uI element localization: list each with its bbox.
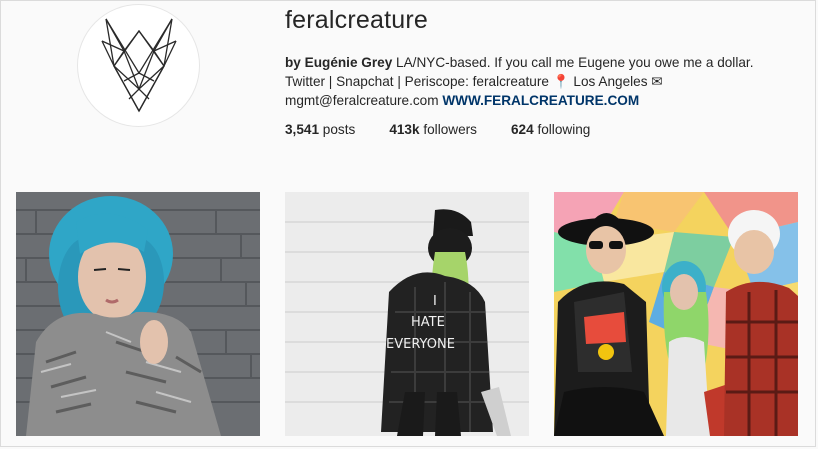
bio-line-1: by Eugénie Grey LA/NYC-based. If you cal… — [285, 53, 805, 72]
bio-line-2: Twitter | Snapchat | Periscope: feralcre… — [285, 74, 663, 89]
post-image-1 — [16, 192, 260, 436]
profile-username: feralcreature — [285, 6, 428, 34]
wolf-logo-icon — [100, 18, 177, 112]
post-thumbnail-2[interactable]: I HATE EVERYONE — [285, 192, 529, 436]
shirt-text-1: I — [433, 294, 437, 309]
posts-count: 3,541 — [285, 122, 320, 137]
profile-avatar[interactable] — [77, 4, 200, 127]
followers-label: followers — [419, 122, 477, 137]
post-thumbnail-1[interactable] — [16, 192, 260, 436]
post-image-2: I HATE EVERYONE — [285, 192, 529, 436]
following-count: 624 — [510, 122, 534, 137]
bio-name: by Eugénie Grey — [285, 55, 393, 70]
post-thumbnail-3[interactable] — [554, 192, 798, 436]
following-stat[interactable]: 624 following — [511, 122, 590, 137]
posts-stat: 3,541 posts — [285, 122, 355, 137]
profile-bio: by Eugénie Grey LA/NYC-based. If you cal… — [285, 53, 805, 110]
post-image-3 — [554, 192, 798, 436]
shirt-text-3: EVERYONE — [386, 337, 455, 352]
website-link[interactable]: WWW.FERALCREATURE.COM — [442, 93, 639, 108]
followers-stat[interactable]: 413k followers — [389, 122, 477, 137]
bio-text: LA/NYC-based. If you call me Eugene you … — [392, 55, 754, 70]
shirt-text-2: HATE — [411, 315, 445, 330]
bio-line-3: mgmt@feralcreature.com WWW.FERALCREATURE… — [285, 91, 805, 110]
posts-label: posts — [319, 122, 356, 137]
bio-email: mgmt@feralcreature.com — [285, 93, 439, 108]
following-label: following — [533, 122, 591, 137]
followers-count: 413k — [389, 122, 420, 137]
profile-stats: 3,541 posts 413k followers 624 following — [285, 122, 624, 137]
